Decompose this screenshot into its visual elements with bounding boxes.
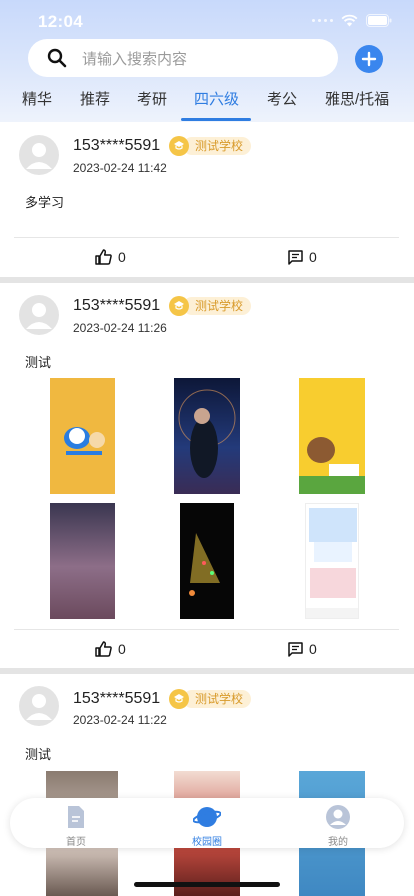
signal-icon <box>312 19 333 22</box>
post-author[interactable]: 153****5591 <box>73 690 160 708</box>
home-indicator <box>134 882 280 887</box>
search-bar[interactable]: 请输入搜索内容 <box>28 39 338 77</box>
comment-count: 0 <box>309 249 317 265</box>
post-image[interactable] <box>305 503 359 619</box>
like-button[interactable]: 0 <box>95 249 126 265</box>
post-image[interactable] <box>299 378 365 494</box>
tab-kaoyan[interactable]: 考研 <box>137 88 167 109</box>
profile-icon <box>326 805 350 829</box>
like-count: 0 <box>118 641 126 657</box>
school-badge: 测试学校 <box>169 296 252 316</box>
document-icon <box>68 806 84 828</box>
thumbs-up-icon <box>95 641 112 657</box>
post-image[interactable] <box>50 378 115 494</box>
avatar[interactable] <box>19 686 59 726</box>
comment-icon <box>288 641 303 657</box>
like-count: 0 <box>118 249 126 265</box>
medal-icon <box>169 136 189 156</box>
medal-icon <box>169 296 189 316</box>
thumbs-up-icon <box>95 249 112 265</box>
post-image[interactable] <box>50 503 115 619</box>
post-image[interactable] <box>174 378 240 494</box>
post-card[interactable]: 153****5591 测试学校 2023-02-24 11:22 测试 <box>0 674 414 896</box>
post-content: 测试 <box>25 747 52 762</box>
post-time: 2023-02-24 11:26 <box>73 321 167 335</box>
status-time: 12:04 <box>38 12 83 31</box>
plus-icon <box>361 51 377 67</box>
comment-count: 0 <box>309 641 317 657</box>
comment-button[interactable]: 0 <box>288 641 317 657</box>
bottom-nav: 首页 校园圈 我的 <box>10 798 404 848</box>
category-tabs: 精华 推荐 考研 四六级 考公 雅思/托福 <box>0 86 414 122</box>
post-time: 2023-02-24 11:22 <box>73 713 167 727</box>
wifi-icon <box>341 14 358 27</box>
nav-campus-circle[interactable]: 校园圈 <box>177 804 237 848</box>
tab-tuijian[interactable]: 推荐 <box>80 88 110 109</box>
post-image[interactable] <box>180 503 234 619</box>
nav-label: 校园圈 <box>192 837 222 848</box>
nav-profile[interactable]: 我的 <box>308 804 368 848</box>
planet-icon <box>193 807 221 827</box>
comment-icon <box>288 249 303 265</box>
school-name: 测试学校 <box>183 690 252 708</box>
post-card[interactable]: 153****5591 测试学校 2023-02-24 11:42 多学习 0 … <box>0 122 414 278</box>
tab-kaogong[interactable]: 考公 <box>267 88 297 109</box>
school-name: 测试学校 <box>183 297 252 315</box>
tab-jinghua[interactable]: 精华 <box>22 88 52 109</box>
school-badge: 测试学校 <box>169 689 252 709</box>
nav-label: 首页 <box>66 837 86 848</box>
post-content: 测试 <box>25 355 52 370</box>
battery-icon <box>366 14 392 27</box>
school-badge: 测试学校 <box>169 136 252 156</box>
post-content: 多学习 <box>25 195 65 210</box>
tab-yasi-tuofu[interactable]: 雅思/托福 <box>325 88 389 109</box>
search-icon <box>46 47 68 69</box>
nav-home[interactable]: 首页 <box>46 804 106 848</box>
post-author[interactable]: 153****5591 <box>73 137 160 155</box>
post-time: 2023-02-24 11:42 <box>73 161 167 175</box>
like-button[interactable]: 0 <box>95 641 126 657</box>
comment-button[interactable]: 0 <box>288 249 317 265</box>
post-card[interactable]: 153****5591 测试学校 2023-02-24 11:26 测试 0 0 <box>0 283 414 669</box>
status-icons <box>312 14 392 27</box>
search-input[interactable]: 请输入搜索内容 <box>82 48 187 69</box>
divider <box>14 629 399 630</box>
tab-siliuji[interactable]: 四六级 <box>194 88 239 109</box>
header: 12:04 请输入搜索内容 精华 推荐 考研 四六级 考公 雅思/托福 <box>0 0 414 122</box>
divider <box>14 237 399 238</box>
active-tab-indicator <box>181 118 251 121</box>
status-bar: 12:04 <box>0 0 414 44</box>
post-author[interactable]: 153****5591 <box>73 297 160 315</box>
nav-label: 我的 <box>328 837 348 848</box>
medal-icon <box>169 689 189 709</box>
add-button[interactable] <box>355 45 383 73</box>
avatar[interactable] <box>19 135 59 175</box>
avatar[interactable] <box>19 295 59 335</box>
school-name: 测试学校 <box>183 137 252 155</box>
